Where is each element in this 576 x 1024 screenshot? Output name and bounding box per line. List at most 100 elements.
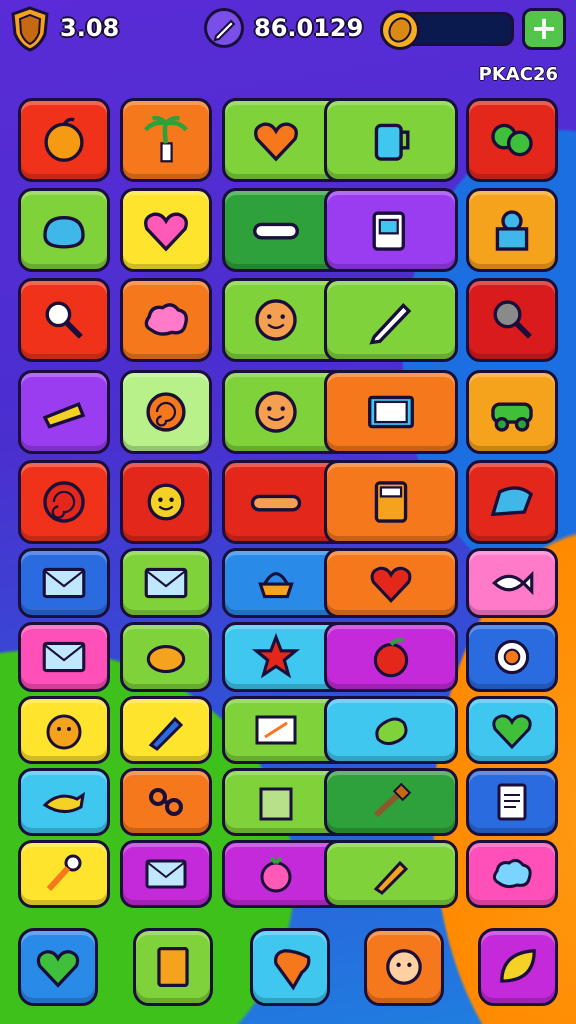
tile-pink-heart[interactable]	[120, 188, 212, 272]
shield-icon[interactable]	[10, 6, 50, 52]
tile-spiral[interactable]	[120, 370, 212, 454]
tile-palm-tree[interactable]	[120, 98, 212, 182]
tile-calculator[interactable]	[324, 460, 458, 544]
box-icon	[251, 777, 301, 827]
tile-cloud[interactable]	[466, 840, 558, 908]
green-car-icon	[484, 384, 540, 440]
blender-icon	[363, 112, 419, 168]
spoon-icon	[39, 849, 89, 899]
tile-mug[interactable]	[324, 188, 458, 272]
coin-icon	[380, 10, 420, 50]
tile-brush[interactable]	[324, 768, 458, 836]
caterpillar-icon	[248, 474, 304, 530]
calculator-icon	[363, 474, 419, 530]
berry-icon	[251, 849, 301, 899]
tile-green-bone[interactable]	[324, 696, 458, 764]
tile-red-heart[interactable]	[324, 548, 458, 618]
magnifier-icon	[36, 292, 92, 348]
dock-puppet[interactable]	[364, 928, 444, 1006]
tile-envelope-doodle[interactable]	[18, 548, 110, 618]
frying-pan-icon	[484, 292, 540, 348]
dock-book[interactable]	[133, 928, 213, 1006]
spiral-icon	[138, 384, 194, 440]
tile-link[interactable]	[120, 768, 212, 836]
dock-leaf[interactable]	[478, 928, 558, 1006]
envelope-icon	[38, 631, 90, 683]
pink-heart-icon	[138, 202, 194, 258]
tile-apple[interactable]	[324, 622, 458, 692]
tile-green-heart[interactable]	[466, 696, 558, 764]
pencil-icon	[363, 292, 419, 348]
tile-green-blob[interactable]	[466, 98, 558, 182]
rose-icon	[36, 474, 92, 530]
tile-envelope-green[interactable]	[120, 548, 212, 618]
tile-green-car[interactable]	[466, 370, 558, 454]
notepad-icon	[487, 777, 537, 827]
dock-green-heart[interactable]	[18, 928, 98, 1006]
tile-picture[interactable]	[324, 370, 458, 454]
tile-water-tank[interactable]	[466, 188, 558, 272]
dock-orange-heart[interactable]	[250, 928, 330, 1006]
heart-icon	[248, 112, 304, 168]
picture-icon	[363, 384, 419, 440]
score-value: 86.0129	[254, 14, 364, 42]
tile-spoon[interactable]	[18, 840, 110, 908]
tile-blue-cushion[interactable]	[18, 188, 110, 272]
orange-blob-icon	[140, 631, 192, 683]
apple-icon	[365, 631, 417, 683]
edit-button[interactable]	[204, 8, 244, 48]
tile-envelope-pink[interactable]	[18, 622, 110, 692]
link-icon	[141, 777, 191, 827]
tile-pencil[interactable]	[324, 278, 458, 362]
eye-gear-icon	[486, 631, 538, 683]
envelope-icon	[140, 557, 192, 609]
tile-fish[interactable]	[466, 548, 558, 618]
green-heart-icon	[487, 705, 537, 755]
brush-icon	[366, 777, 416, 827]
tile-rose[interactable]	[18, 460, 110, 544]
tile-pink-cloud[interactable]	[120, 278, 212, 362]
leaf-icon	[491, 940, 545, 994]
pink-cloud-icon	[138, 292, 194, 348]
tile-magnifier[interactable]	[18, 278, 110, 362]
tile-bird[interactable]	[18, 768, 110, 836]
book-icon	[146, 940, 200, 994]
tile-crayon[interactable]	[324, 840, 458, 908]
pencil-icon	[213, 19, 236, 42]
tile-envelope-magenta[interactable]	[120, 840, 212, 908]
green-bone-icon	[366, 705, 416, 755]
tile-blue-fish-shape[interactable]	[466, 460, 558, 544]
smiley-icon	[248, 384, 304, 440]
tile-eye-gear[interactable]	[466, 622, 558, 692]
bone-icon	[248, 202, 304, 258]
green-heart-icon	[31, 940, 85, 994]
water-tank-icon	[484, 202, 540, 258]
smiley-icon	[248, 292, 304, 348]
tile-orange-face[interactable]	[18, 696, 110, 764]
mug-icon	[363, 202, 419, 258]
sun-flower-icon	[138, 474, 194, 530]
green-blob-icon	[484, 112, 540, 168]
add-button[interactable]: +	[522, 8, 566, 50]
cloud-icon	[487, 849, 537, 899]
palm-tree-icon	[138, 112, 194, 168]
top-hud: 3.08 86.0129 + PKAC26	[0, 0, 576, 85]
tile-orange-fruit[interactable]	[18, 98, 110, 182]
subtitle-label: PKAC26	[478, 64, 558, 85]
tile-orange-blob[interactable]	[120, 622, 212, 692]
tile-blender[interactable]	[324, 98, 458, 182]
tile-sun-flower[interactable]	[120, 460, 212, 544]
red-heart-icon	[365, 557, 417, 609]
basket-icon	[250, 557, 302, 609]
scroll-icon	[36, 384, 92, 440]
orange-fruit-icon	[36, 112, 92, 168]
tile-scroll[interactable]	[18, 370, 110, 454]
tile-notepad[interactable]	[466, 768, 558, 836]
envelope-icon	[38, 557, 90, 609]
orange-face-icon	[39, 705, 89, 755]
blue-shape-icon	[484, 474, 540, 530]
tile-frying-pan[interactable]	[466, 278, 558, 362]
letter-icon	[251, 705, 301, 755]
envelope-icon	[141, 849, 191, 899]
tile-blue-marker[interactable]	[120, 696, 212, 764]
